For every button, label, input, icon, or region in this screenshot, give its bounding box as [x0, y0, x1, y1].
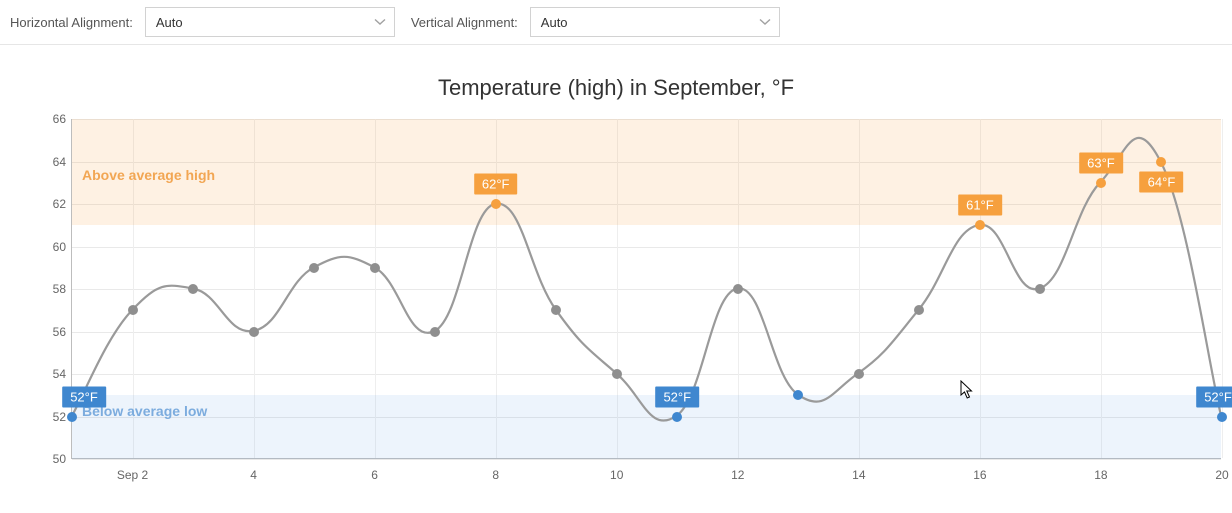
value-label: 52°F — [655, 386, 699, 407]
x-tick-label: 4 — [250, 468, 257, 482]
data-point[interactable] — [491, 199, 501, 209]
x-tick-label: 10 — [610, 468, 623, 482]
chevron-down-icon — [759, 16, 771, 28]
data-point[interactable] — [430, 327, 440, 337]
y-tick-label: 54 — [38, 367, 66, 381]
y-tick-label: 64 — [38, 155, 66, 169]
data-point[interactable] — [249, 327, 259, 337]
gridline-h — [72, 459, 1221, 460]
y-tick-label: 52 — [38, 410, 66, 424]
data-point[interactable] — [309, 263, 319, 273]
x-tick-label: Sep 2 — [117, 468, 148, 482]
plot-area[interactable]: 505254565860626466Sep 2468101214161820Ab… — [71, 119, 1221, 459]
data-point[interactable] — [1096, 178, 1106, 188]
y-tick-label: 60 — [38, 240, 66, 254]
y-tick-label: 50 — [38, 452, 66, 466]
data-point[interactable] — [551, 305, 561, 315]
value-label: 61°F — [958, 195, 1002, 216]
value-label: 62°F — [474, 174, 518, 195]
chevron-down-icon — [374, 16, 386, 28]
v-align-label: Vertical Alignment: — [411, 15, 518, 30]
h-align-select[interactable]: Auto — [145, 7, 395, 37]
data-point[interactable] — [914, 305, 924, 315]
data-point[interactable] — [793, 390, 803, 400]
h-align-label: Horizontal Alignment: — [10, 15, 133, 30]
data-point[interactable] — [612, 369, 622, 379]
value-label: 64°F — [1140, 171, 1184, 192]
data-point[interactable] — [733, 284, 743, 294]
data-point[interactable] — [67, 412, 77, 422]
y-tick-label: 62 — [38, 197, 66, 211]
data-point[interactable] — [370, 263, 380, 273]
y-tick-label: 66 — [38, 112, 66, 126]
x-tick-label: 8 — [492, 468, 499, 482]
data-point[interactable] — [854, 369, 864, 379]
gridline-v — [1222, 119, 1223, 458]
data-point[interactable] — [128, 305, 138, 315]
value-label: 52°F — [62, 386, 106, 407]
x-tick-label: 18 — [1094, 468, 1107, 482]
data-point[interactable] — [188, 284, 198, 294]
value-label: 52°F — [1196, 386, 1232, 407]
v-align-value: Auto — [541, 15, 568, 30]
y-tick-label: 58 — [38, 282, 66, 296]
v-align-select[interactable]: Auto — [530, 7, 780, 37]
h-align-value: Auto — [156, 15, 183, 30]
chart-title: Temperature (high) in September, °F — [10, 75, 1222, 101]
data-point[interactable] — [1156, 157, 1166, 167]
x-tick-label: 6 — [371, 468, 378, 482]
data-point[interactable] — [975, 220, 985, 230]
y-tick-label: 56 — [38, 325, 66, 339]
x-tick-label: 14 — [852, 468, 865, 482]
value-label: 63°F — [1079, 152, 1123, 173]
x-tick-label: 20 — [1215, 468, 1228, 482]
x-tick-label: 16 — [973, 468, 986, 482]
data-point[interactable] — [672, 412, 682, 422]
data-point[interactable] — [1217, 412, 1227, 422]
chart: 505254565860626466Sep 2468101214161820Ab… — [18, 119, 1228, 499]
x-tick-label: 12 — [731, 468, 744, 482]
toolbar: Horizontal Alignment: Auto Vertical Alig… — [0, 0, 1232, 45]
series-line — [72, 119, 1221, 458]
data-point[interactable] — [1035, 284, 1045, 294]
